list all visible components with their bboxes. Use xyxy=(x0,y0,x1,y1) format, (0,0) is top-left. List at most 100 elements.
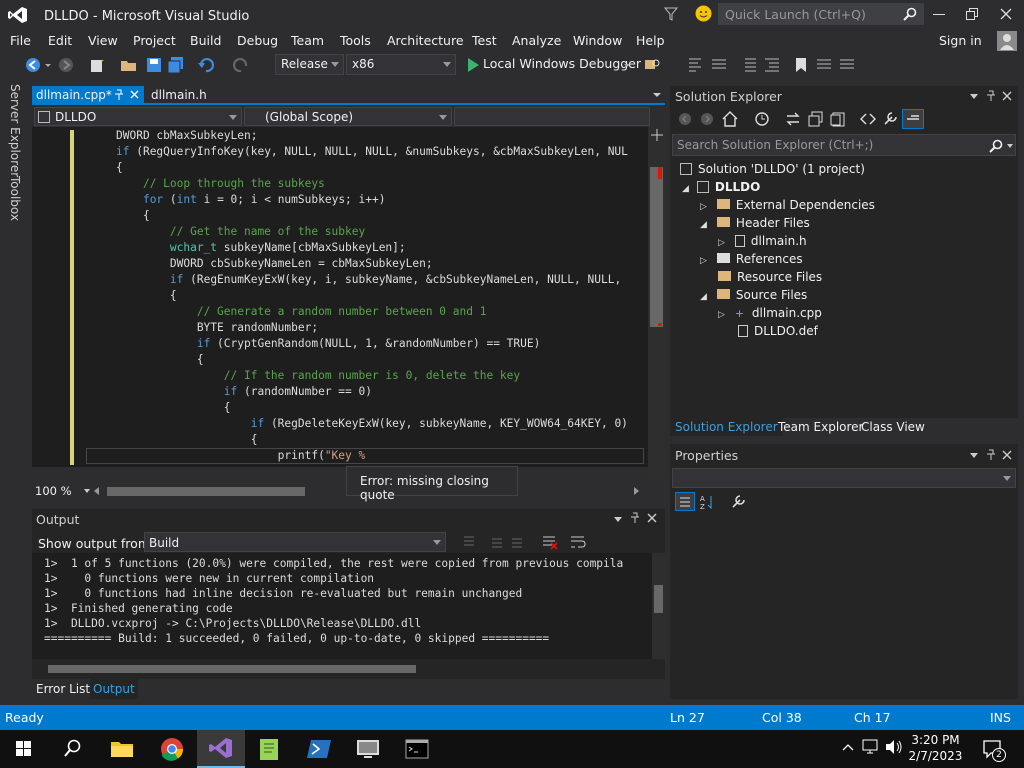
expanded-arrow-icon[interactable]: ◢ xyxy=(700,292,707,302)
editor-vertical-scrollbar[interactable] xyxy=(648,127,665,479)
code-line[interactable]: { xyxy=(116,160,123,176)
tree-item-solution[interactable]: Solution 'DLLDO' (1 project) xyxy=(680,162,865,176)
filter-icon[interactable] xyxy=(664,7,678,21)
network-icon[interactable] xyxy=(862,739,880,755)
close-window-button[interactable] xyxy=(1000,8,1012,20)
bookmark-step-icon[interactable] xyxy=(686,56,704,74)
tree-item-references[interactable]: ▷ References xyxy=(700,252,803,266)
toggle-word-wrap-icon[interactable] xyxy=(570,534,586,550)
notepad-plus-icon[interactable] xyxy=(246,730,294,768)
code-line[interactable]: for (int i = 0; i < numSubkeys; i++) xyxy=(116,192,386,208)
member-dropdown[interactable] xyxy=(454,107,650,126)
scroll-left-icon[interactable] xyxy=(94,487,99,495)
quick-launch-input[interactable]: Quick Launch (Ctrl+Q) xyxy=(718,3,924,25)
project-dropdown[interactable]: DLLDO xyxy=(34,107,242,126)
code-line[interactable]: if (CryptGenRandom(NULL, 1, &randomNumbe… xyxy=(116,336,541,352)
toolbox-tab[interactable]: Toolbox xyxy=(8,176,22,221)
alphabetical-icon[interactable]: AZ xyxy=(700,494,716,510)
code-line[interactable]: { xyxy=(116,208,150,224)
back-dropdown-icon[interactable] xyxy=(44,56,52,74)
code-line[interactable]: BYTE randomNumber; xyxy=(116,320,318,336)
tab-output[interactable]: Output xyxy=(90,679,138,699)
previous-bookmark-icon[interactable] xyxy=(815,56,833,74)
output-text-area[interactable]: 1> 1 of 5 functions (20.0%) were compile… xyxy=(32,553,665,673)
navigate-back-icon[interactable] xyxy=(24,56,42,74)
code-line[interactable]: DWORD cbMaxSubkeyLen; xyxy=(116,128,257,144)
clock-date[interactable]: 2/7/2023 xyxy=(908,749,963,763)
pin-icon[interactable] xyxy=(986,449,996,461)
scope-dropdown[interactable]: (Global Scope) xyxy=(244,107,452,126)
menu-edit[interactable]: Edit xyxy=(48,33,72,48)
tree-item-dllmain-cpp[interactable]: ▷ + dllmain.cpp xyxy=(718,306,822,320)
code-line[interactable]: if (RegQueryInfoKey(key, NULL, NULL, NUL… xyxy=(116,144,628,160)
powershell-icon[interactable] xyxy=(296,730,344,768)
open-file-icon[interactable] xyxy=(120,56,138,74)
sign-in-link[interactable]: Sign in xyxy=(939,33,982,48)
tree-item-dlldo-def[interactable]: DLLDO.def xyxy=(738,324,818,338)
bookmark-icon[interactable] xyxy=(792,56,810,74)
code-line[interactable]: if (randomNumber == 0) xyxy=(116,384,372,400)
code-line[interactable]: { xyxy=(116,400,231,416)
tree-item-source-files[interactable]: ◢ Source Files xyxy=(700,288,807,302)
file-explorer-icon[interactable] xyxy=(98,730,146,768)
start-debugging-icon[interactable] xyxy=(464,56,482,74)
search-taskbar-icon[interactable] xyxy=(48,730,96,768)
menu-analyze[interactable]: Analyze xyxy=(512,33,561,48)
menu-tools[interactable]: Tools xyxy=(340,33,371,48)
output-vertical-scrollbar[interactable] xyxy=(652,553,665,659)
menu-view[interactable]: View xyxy=(88,33,118,48)
menu-window[interactable]: Window xyxy=(573,33,622,48)
server-explorer-tab[interactable]: Server Explorer xyxy=(8,84,22,177)
solution-configuration-dropdown[interactable]: Release xyxy=(275,54,344,75)
pin-icon[interactable] xyxy=(630,512,640,524)
expanded-arrow-icon[interactable]: ◢ xyxy=(682,184,689,194)
pin-icon[interactable] xyxy=(114,89,124,101)
show-hidden-icons-icon[interactable] xyxy=(842,743,854,751)
menu-debug[interactable]: Debug xyxy=(237,33,278,48)
close-panel-icon[interactable] xyxy=(647,513,657,523)
search-options-icon[interactable] xyxy=(1007,144,1013,148)
code-line[interactable]: { xyxy=(116,352,204,368)
zoom-level[interactable]: 100 % xyxy=(35,484,72,498)
solution-search-input[interactable]: Search Solution Explorer (Ctrl+;) xyxy=(672,134,1016,156)
navigate-forward-icon[interactable] xyxy=(57,56,75,74)
zoom-dropdown-icon[interactable] xyxy=(84,489,90,493)
forward-icon[interactable] xyxy=(700,112,714,126)
collapsed-arrow-icon[interactable]: ▷ xyxy=(700,256,707,266)
debugger-dropdown-icon[interactable] xyxy=(622,56,632,74)
code-line[interactable]: { xyxy=(116,432,258,448)
categorized-icon[interactable] xyxy=(675,492,695,511)
menu-help[interactable]: Help xyxy=(636,33,665,48)
menu-project[interactable]: Project xyxy=(133,33,176,48)
outdent-icon[interactable] xyxy=(740,56,758,74)
window-position-icon[interactable] xyxy=(614,517,622,522)
close-panel-icon[interactable] xyxy=(1002,91,1012,101)
output-source-dropdown[interactable]: Build xyxy=(144,532,446,552)
tree-item-header-files[interactable]: ◢ Header Files xyxy=(700,216,810,230)
tab-dllmain-cpp[interactable]: dllmain.cpp* xyxy=(32,86,144,105)
code-line[interactable]: // Generate a random number between 0 an… xyxy=(116,304,487,320)
solution-platform-dropdown[interactable]: x86 xyxy=(346,54,456,75)
find-message-icon[interactable] xyxy=(510,535,524,549)
go-to-previous-icon[interactable] xyxy=(462,535,476,549)
visual-studio-taskbar-icon[interactable] xyxy=(197,730,245,768)
tab-class-view[interactable]: Class View xyxy=(861,420,925,434)
volume-icon[interactable] xyxy=(885,739,903,755)
scrollbar-thumb[interactable] xyxy=(650,167,663,327)
start-button-icon[interactable] xyxy=(0,730,48,768)
menu-architecture[interactable]: Architecture xyxy=(387,33,464,48)
code-line[interactable]: if (RegDeleteKeyExW(key, subkeyName, KEY… xyxy=(116,416,628,432)
code-line[interactable]: // Loop through the subkeys xyxy=(116,176,325,192)
preview-selected-items-icon[interactable] xyxy=(902,109,924,129)
collapsed-arrow-icon[interactable]: ▷ xyxy=(700,202,707,212)
code-line[interactable]: // Get the name of the subkey xyxy=(116,224,365,240)
scrollbar-thumb[interactable] xyxy=(654,585,663,613)
tree-item-dllmain-h[interactable]: ▷ dllmain.h xyxy=(718,234,807,248)
properties-object-dropdown[interactable] xyxy=(672,468,1016,488)
tab-solution-explorer[interactable]: Solution Explorer xyxy=(670,418,783,436)
close-tab-icon[interactable] xyxy=(130,90,139,99)
undo-icon[interactable] xyxy=(197,56,215,74)
property-pages-wrench-icon[interactable] xyxy=(730,494,746,510)
collapsed-arrow-icon[interactable]: ▷ xyxy=(718,310,725,320)
pending-changes-filter-icon[interactable] xyxy=(754,111,770,127)
